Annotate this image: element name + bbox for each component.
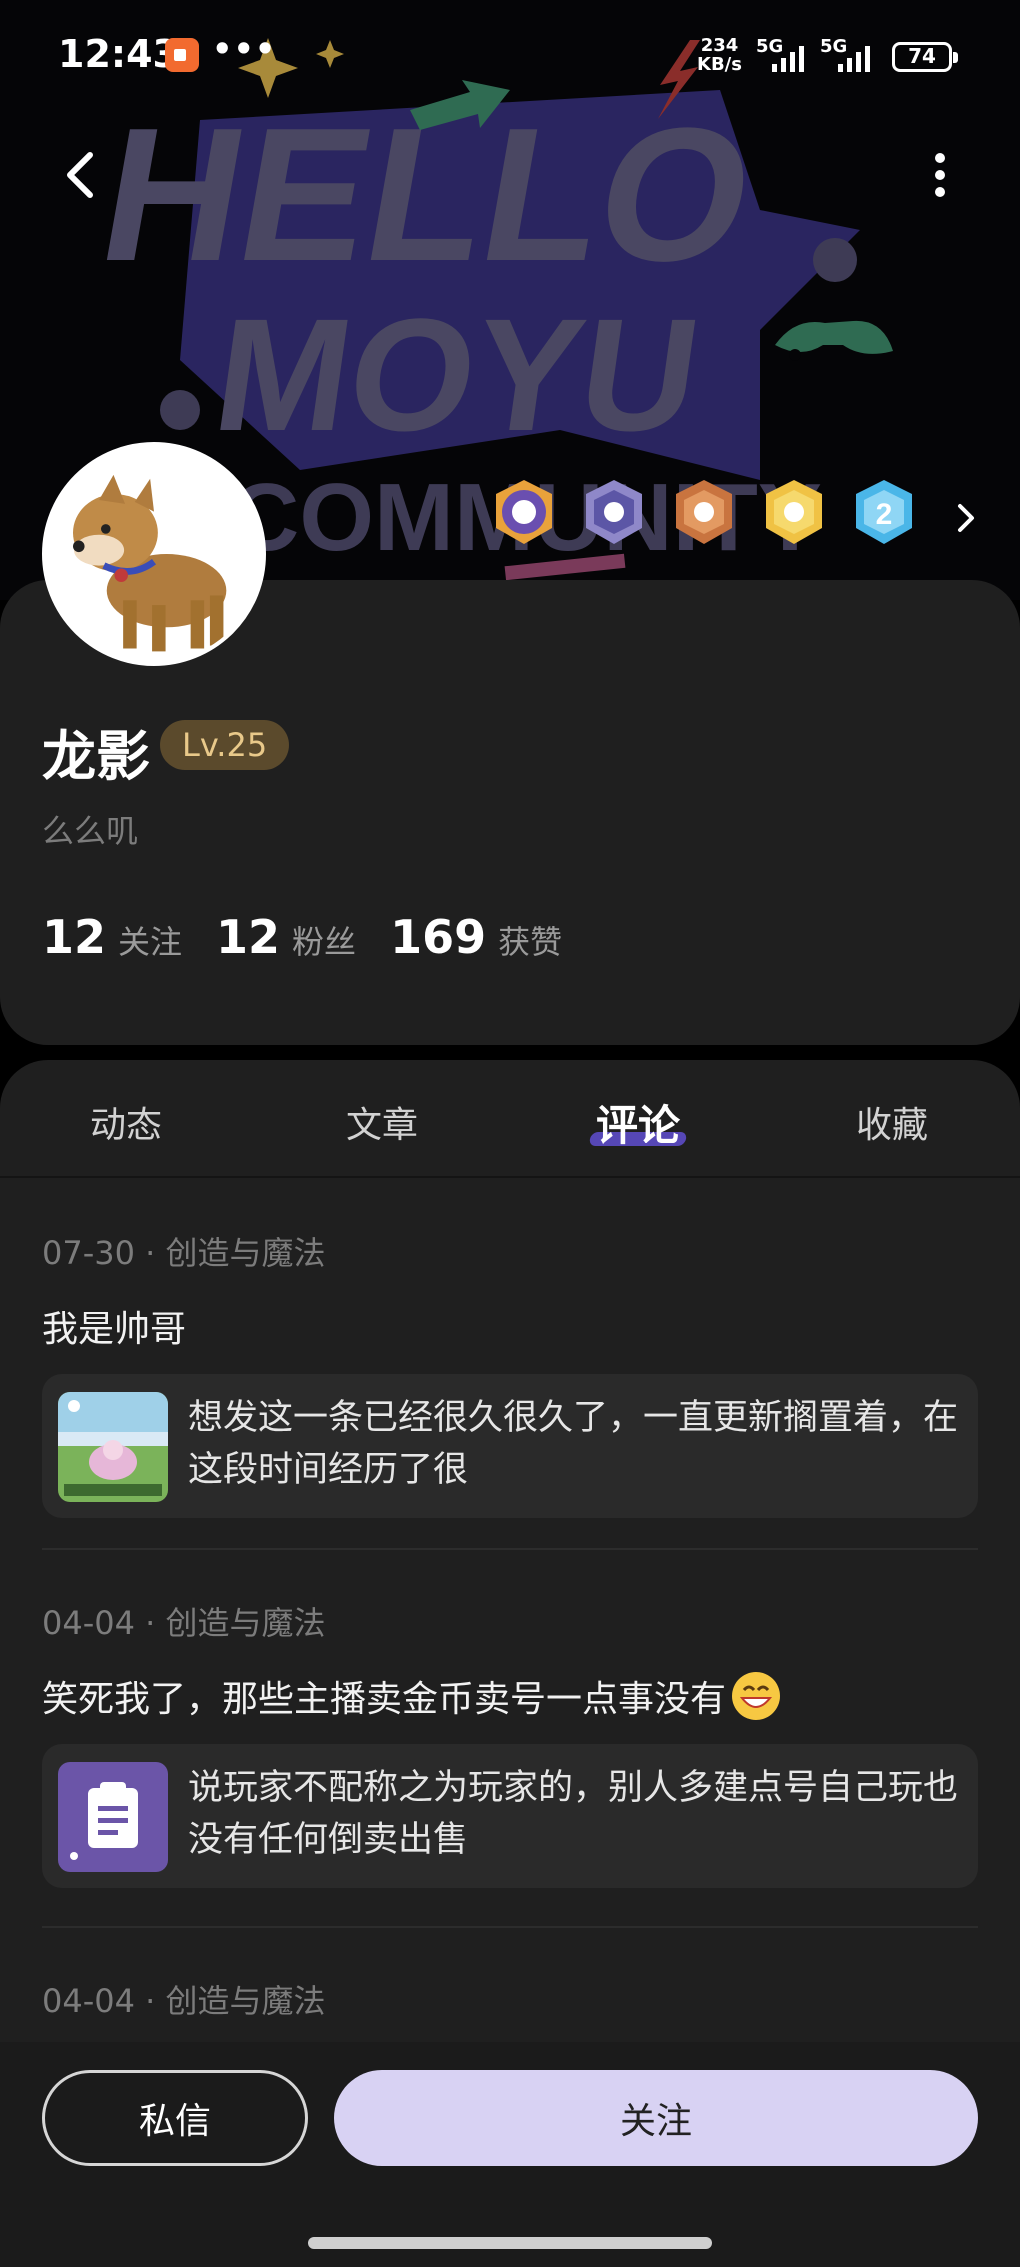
stat-followers[interactable]: 12 粉丝 (216, 910, 356, 964)
quoted-post-text: 说玩家不配称之为玩家的，别人多建点号自己玩也没有任何倒卖出售 (188, 1768, 959, 1860)
comment-text-content: 笑死我了，那些主播卖金币卖号一点事没有 (42, 1679, 727, 1720)
more-options-button[interactable] (918, 145, 962, 205)
comment-text-content: 我是帅哥 (42, 1309, 187, 1350)
tab-comments[interactable]: 评论 (596, 1092, 680, 1153)
comment-item[interactable]: 04-04 · 创造与魔法 (42, 1976, 978, 2022)
comment-meta: 07-30 · 创造与魔法 (42, 1234, 326, 1272)
home-indicator[interactable] (308, 2237, 712, 2249)
battery-icon: 74 (892, 42, 958, 72)
comment-meta: 04-04 · 创造与魔法 (42, 1982, 326, 2020)
bottom-action-bar: 私信 关注 (0, 2042, 1020, 2267)
status-bar: 12:43 ••• 234 KB/s 5G 5G 74 (0, 0, 1020, 110)
tab-articles[interactable]: 文章 (346, 1096, 418, 1148)
game-screenshot-thumbnail (58, 1392, 168, 1502)
avatar[interactable] (42, 442, 266, 666)
stat-likes[interactable]: 169 获赞 (390, 910, 562, 964)
silver-badge-icon (586, 480, 642, 544)
chevron-right-icon (958, 504, 974, 532)
stat-label: 获赞 (498, 923, 563, 961)
stat-number: 169 (390, 910, 487, 964)
banner-word-2: MOYU (205, 286, 710, 465)
more-vertical-icon (935, 153, 945, 197)
badges-more-button[interactable] (950, 500, 980, 536)
post-thumbnail (58, 1762, 168, 1872)
quoted-post-text: 想发这一条已经很久很久了，一直更新搁置着，在这段时间经历了很 (188, 1398, 959, 1490)
comment-meta: 04-04 · 创造与魔法 (42, 1604, 326, 1642)
tab-posts[interactable]: 动态 (90, 1096, 162, 1148)
bronze-badge-icon (676, 480, 732, 544)
grinning-emoji-icon (732, 1672, 781, 1720)
username: 龙影 (42, 725, 150, 788)
quoted-post[interactable]: 想发这一条已经很久很久了，一直更新搁置着，在这段时间经历了很 (42, 1374, 978, 1518)
gold-badge-icon (766, 480, 822, 544)
message-button[interactable]: 私信 (42, 2070, 308, 2166)
chevron-left-icon (67, 152, 93, 198)
battery-level: 74 (908, 44, 936, 68)
user-bio: 么么叽 (42, 812, 139, 850)
stat-number: 12 (42, 910, 107, 964)
signal-icon (772, 46, 804, 72)
divider (42, 1926, 978, 1928)
back-button[interactable] (52, 145, 112, 205)
shiba-dog-avatar-image (46, 446, 262, 662)
comment-text: 我是帅哥 (42, 1300, 978, 1352)
tab-bar: 动态 文章 评论 收藏 (0, 1060, 1020, 1178)
notification-dots: ••• (212, 30, 277, 68)
stat-following[interactable]: 12 关注 (42, 910, 182, 964)
follow-button[interactable]: 关注 (334, 2070, 978, 2166)
blue-number-2-badge-icon: 2 (856, 480, 912, 544)
network-speed-value: 234 (700, 35, 739, 56)
comment-item[interactable]: 07-30 · 创造与魔法 我是帅哥 想发这一条已经很久很久了，一直更新搁置着，… (42, 1228, 978, 1518)
signal-icon (838, 46, 870, 72)
post-thumbnail (58, 1392, 168, 1502)
tab-favorites[interactable]: 收藏 (856, 1096, 928, 1148)
comment-text: 笑死我了，那些主播卖金币卖号一点事没有 (42, 1670, 978, 1722)
stat-number: 12 (216, 910, 281, 964)
level-badge: Lv.25 (160, 720, 290, 770)
profile-stats: 12 关注 12 粉丝 169 获赞 (42, 910, 596, 964)
status-time: 12:43 (58, 32, 179, 76)
svg-text:2: 2 (876, 498, 893, 531)
comment-item[interactable]: 04-04 · 创造与魔法 笑死我了，那些主播卖金币卖号一点事没有 说玩家不配称… (42, 1598, 978, 1888)
network-speed: 234 KB/s (697, 36, 742, 74)
stat-label: 粉丝 (292, 923, 357, 961)
divider (42, 1548, 978, 1550)
stat-label: 关注 (118, 923, 183, 961)
screen-record-icon (165, 38, 199, 72)
network-speed-unit: KB/s (697, 54, 742, 75)
document-icon (58, 1762, 168, 1872)
badge-row[interactable]: 2 (490, 478, 990, 558)
purple-shield-badge-icon (496, 480, 552, 544)
quoted-post[interactable]: 说玩家不配称之为玩家的，别人多建点号自己玩也没有任何倒卖出售 (42, 1744, 978, 1888)
